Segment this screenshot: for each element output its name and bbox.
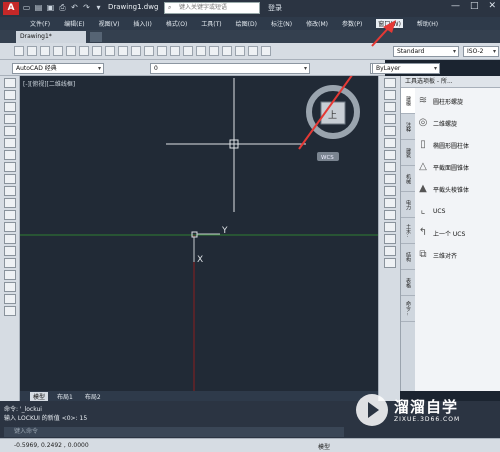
palette-item-3d-align[interactable]: ⧉ 三维对齐: [417, 244, 500, 266]
spring-icon: ≋: [418, 95, 428, 106]
move-icon[interactable]: [384, 138, 396, 148]
tool-palette: 工具选项板 - 所... 建模 注释 建筑 机械 电力 土木.. 结构 表格 命…: [400, 76, 500, 391]
watermark-subtext: ZIXUE.3D66.COM: [394, 416, 461, 423]
arc-icon[interactable]: [4, 138, 16, 148]
ucs-previous-icon: ↰: [418, 227, 428, 238]
rectangle-icon[interactable]: [4, 126, 16, 136]
palette-item-label: 椭圆形圆柱体: [433, 142, 470, 150]
ucs-x-label: X: [197, 255, 203, 265]
join-icon[interactable]: [384, 222, 396, 232]
polygon-icon[interactable]: [4, 114, 16, 124]
spline-icon[interactable]: [4, 174, 16, 184]
palette-title[interactable]: 工具选项板 - 所...: [401, 76, 500, 88]
pyramid-icon: ▲: [419, 183, 427, 194]
palette-item-label: 二维螺旋: [433, 120, 458, 128]
palette-item-frustum-pyramid[interactable]: ▲ 平截头棱锥体: [417, 178, 500, 200]
command-history-line-2: 输入 LOCKUI 的新值 <0>: 15: [4, 415, 88, 422]
make-block-icon[interactable]: [4, 222, 16, 232]
model-space-toggle[interactable]: 模型: [318, 442, 330, 451]
region-icon[interactable]: [4, 270, 16, 280]
palette-item-elliptical-cylinder[interactable]: ▯ 椭圆形圆柱体: [417, 134, 500, 156]
explode-icon[interactable]: [384, 258, 396, 268]
trim-icon[interactable]: [384, 186, 396, 196]
palette-item-2d-spiral[interactable]: ◎ 二维螺旋: [417, 112, 500, 134]
align-icon: ⧉: [419, 249, 427, 260]
cylinder-icon: ▯: [420, 139, 426, 150]
scale-icon[interactable]: [384, 162, 396, 172]
offset-icon[interactable]: [384, 114, 396, 124]
mtext-icon[interactable]: [4, 294, 16, 304]
modify-toolbar: [378, 76, 400, 406]
layout-tab-bar: 模型 布局1 布局2: [20, 391, 378, 401]
palette-item-label: 三维对齐: [433, 252, 458, 260]
status-bar: -0.5969, 0.2492 , 0.0000 模型: [0, 438, 500, 452]
table-icon[interactable]: [4, 282, 16, 292]
palette-item-helix[interactable]: ≋ 圆柱形螺旋: [417, 90, 500, 112]
extend-icon[interactable]: [384, 198, 396, 208]
draw-toolbar: [0, 76, 20, 406]
tab-model[interactable]: 模型: [30, 391, 49, 401]
viewcube[interactable]: 上: [306, 85, 360, 139]
revcloud-icon[interactable]: [4, 162, 16, 172]
palette-item-previous-ucs[interactable]: ↰ 上一个 UCS: [417, 222, 500, 244]
palette-tab-annotation[interactable]: 注释: [401, 114, 415, 140]
ucs-y-label: Y: [221, 226, 228, 236]
command-input[interactable]: 键入命令: [4, 427, 344, 437]
stretch-icon[interactable]: [384, 174, 396, 184]
erase-icon[interactable]: [384, 78, 396, 88]
rotate-icon[interactable]: [384, 150, 396, 160]
circle-icon[interactable]: [4, 150, 16, 160]
gradient-icon[interactable]: [4, 258, 16, 268]
chamfer-icon[interactable]: [384, 234, 396, 244]
construction-line-icon[interactable]: [4, 90, 16, 100]
drawing-canvas[interactable]: [-][俯视][二维线框] Y X 上 WCS: [20, 76, 378, 391]
insert-block-icon[interactable]: [4, 210, 16, 220]
palette-tab-structural[interactable]: 结构: [401, 244, 415, 270]
palette-item-label: 平截面圆锥体: [433, 164, 470, 172]
palette-item-ucs[interactable]: ⌞ UCS: [417, 200, 500, 222]
palette-tab-electrical[interactable]: 电力: [401, 192, 415, 218]
palette-tab-modeling[interactable]: 建模: [401, 88, 415, 114]
copy-object-icon[interactable]: [384, 90, 396, 100]
play-logo-icon: [356, 394, 388, 426]
array-icon[interactable]: [384, 126, 396, 136]
palette-item-label: 上一个 UCS: [433, 230, 466, 238]
palette-tab-tables[interactable]: 表格: [401, 270, 415, 296]
watermark: 溜溜自学 ZIXUE.3D66.COM: [352, 388, 500, 438]
hatch-icon[interactable]: [4, 246, 16, 256]
polyline-icon[interactable]: [4, 102, 16, 112]
fillet-icon[interactable]: [384, 246, 396, 256]
ellipse-icon[interactable]: [4, 186, 16, 196]
ucs-icon: ⌞: [420, 205, 426, 216]
ellipse-arc-icon[interactable]: [4, 198, 16, 208]
watermark-text: 溜溜自学: [394, 398, 459, 416]
palette-tabs: 建模 注释 建筑 机械 电力 土木.. 结构 表格 命令...: [401, 88, 415, 391]
palette-tab-commands[interactable]: 命令...: [401, 296, 415, 322]
mirror-icon[interactable]: [384, 102, 396, 112]
palette-tab-civil[interactable]: 土木..: [401, 218, 415, 244]
spiral-icon: ◎: [418, 117, 428, 128]
palette-items: ≋ 圆柱形螺旋 ◎ 二维螺旋 ▯ 椭圆形圆柱体 △ 平截面圆锥体 ▲ 平截头棱锥体 ⌞ UC…: [417, 90, 500, 266]
tab-layout1[interactable]: 布局1: [54, 392, 76, 401]
viewcube-face-label: 上: [328, 110, 337, 121]
palette-tab-architecture[interactable]: 建筑: [401, 140, 415, 166]
point-icon[interactable]: [4, 234, 16, 244]
palette-item-frustum-cone[interactable]: △ 平截面圆锥体: [417, 156, 500, 178]
palette-item-label: UCS: [433, 207, 446, 215]
palette-tab-mechanical[interactable]: 机械: [401, 166, 415, 192]
command-history-line-1: 命令: '_lockui: [4, 406, 42, 413]
coordinate-readout: -0.5969, 0.2492 , 0.0000: [14, 442, 89, 449]
break-icon[interactable]: [384, 210, 396, 220]
tab-layout2[interactable]: 布局2: [82, 392, 104, 401]
add-selected-icon[interactable]: [4, 306, 16, 316]
canvas-graphics: Y X 上 WCS: [20, 76, 378, 391]
wcs-label: WCS: [321, 155, 334, 161]
palette-item-label: 平截头棱锥体: [433, 186, 470, 194]
cone-icon: △: [419, 161, 427, 172]
palette-item-label: 圆柱形螺旋: [433, 98, 464, 106]
